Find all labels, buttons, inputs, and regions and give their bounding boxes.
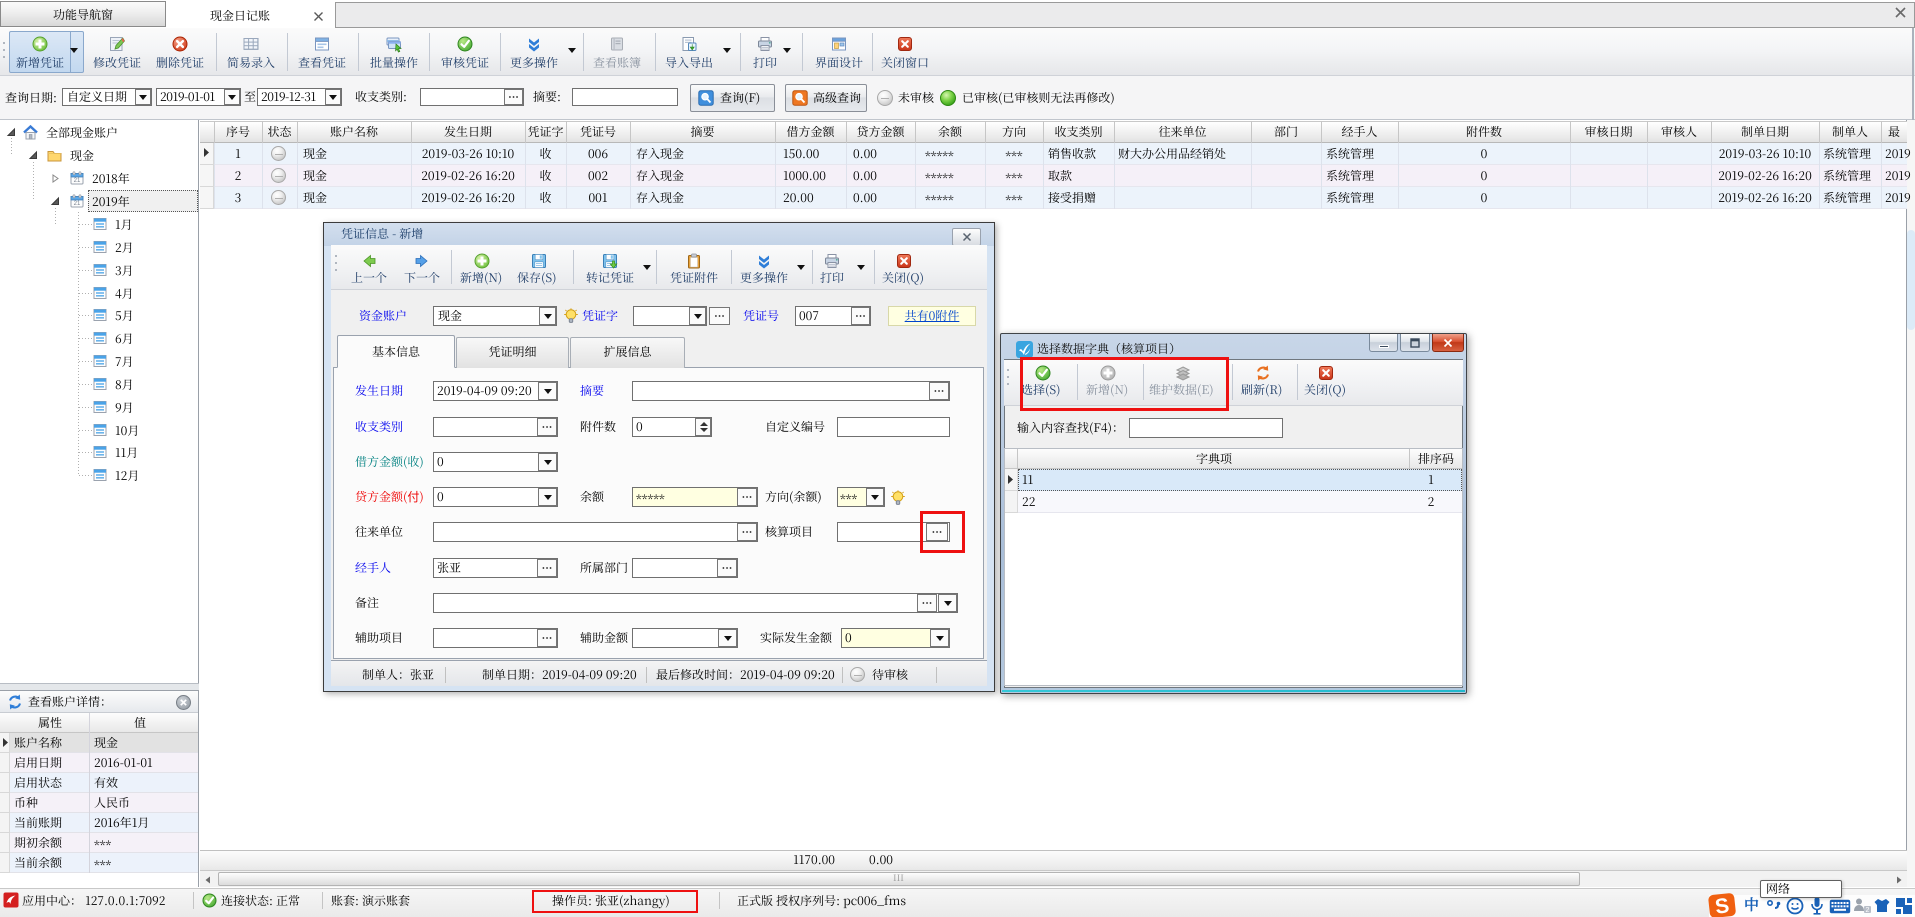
- svg-text:21: 21: [74, 201, 81, 207]
- svg-text:21: 21: [74, 178, 81, 184]
- svg-text:2: 2: [1866, 907, 1870, 914]
